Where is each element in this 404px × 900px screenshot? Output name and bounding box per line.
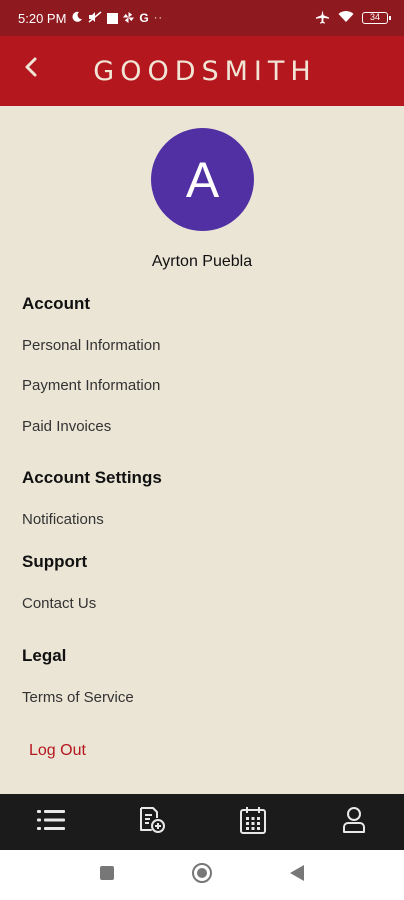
section-title-account: Account: [22, 294, 90, 313]
nav-list-button[interactable]: [31, 802, 71, 842]
battery-icon: 34: [362, 12, 391, 24]
home-icon[interactable]: [191, 862, 213, 889]
back-button[interactable]: [14, 52, 48, 86]
airplane-mode-icon: [315, 9, 330, 27]
status-time: 5:20 PM: [18, 10, 67, 26]
user-name: Ayrton Puebla: [151, 253, 253, 270]
recent-apps-icon[interactable]: [99, 865, 115, 886]
wifi-icon: [338, 10, 354, 26]
back-arrow-icon: [24, 56, 38, 83]
menu-item-paid-invoices[interactable]: Paid Invoices: [22, 418, 111, 435]
section-title-legal: Legal: [22, 646, 67, 665]
system-nav-bar: [0, 850, 404, 900]
menu-item-payment-information[interactable]: Payment Information: [22, 377, 160, 394]
nav-calendar-button[interactable]: [233, 802, 273, 842]
add-document-icon: [138, 806, 166, 839]
nav-profile-button[interactable]: [334, 802, 374, 842]
nav-add-document-button[interactable]: [132, 802, 172, 842]
section-title-account-settings: Account Settings: [22, 468, 162, 487]
menu-item-notifications[interactable]: Notifications: [22, 511, 104, 528]
avatar: A: [151, 128, 254, 231]
mute-icon: [88, 10, 102, 26]
menu-item-contact-us[interactable]: Contact Us: [22, 595, 96, 612]
menu-item-personal-information[interactable]: Personal Information: [22, 337, 160, 354]
menu-item-terms-of-service[interactable]: Terms of Service: [22, 689, 134, 706]
logout-button[interactable]: Log Out: [29, 742, 86, 760]
app-bar: GOODSMITH: [0, 36, 404, 106]
notification-square-icon: [107, 12, 119, 24]
list-icon: [36, 809, 65, 836]
pinwheel-icon: [123, 11, 135, 26]
back-triangle-icon[interactable]: [289, 864, 305, 887]
status-bar: 5:20 PM G ·· 34: [0, 0, 404, 36]
more-dots-icon: ··: [153, 12, 164, 24]
section-title-support: Support: [22, 552, 88, 571]
profile-icon: [342, 806, 366, 839]
google-icon: G: [139, 11, 149, 25]
bottom-nav: [0, 794, 404, 850]
app-title: GOODSMITH: [93, 55, 317, 87]
calendar-icon: [239, 806, 266, 839]
moon-icon: [71, 11, 83, 26]
